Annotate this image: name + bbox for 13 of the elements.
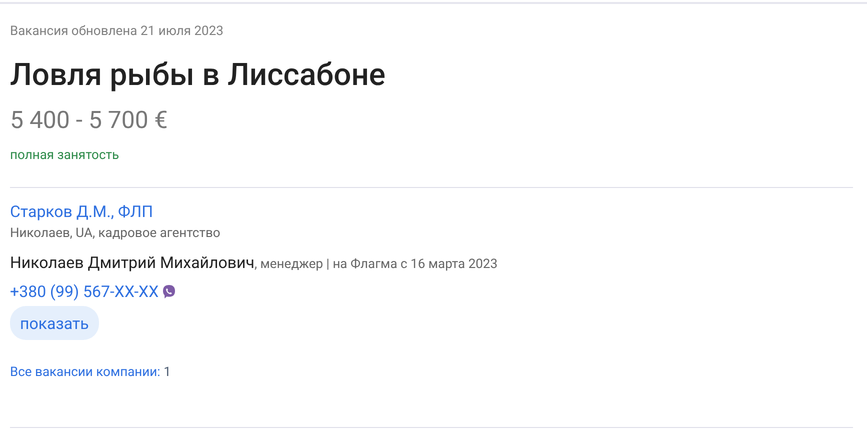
company-link[interactable]: Старков Д.М., ФЛП bbox=[10, 202, 154, 221]
vacancy-count: 1 bbox=[164, 365, 171, 380]
contact-name: Николаев Дмитрий Михайлович bbox=[10, 253, 254, 272]
show-phone-button[interactable]: показать bbox=[10, 306, 99, 340]
contact-role: , менеджер | на Флагма с 16 марта 2023 bbox=[254, 257, 498, 272]
viber-icon bbox=[160, 284, 177, 300]
updated-date: Вакансия обновлена 21 июля 2023 bbox=[10, 24, 224, 39]
salary: 5 400 - 5 700 € bbox=[10, 106, 169, 134]
all-vacancies-link[interactable]: Все вакансии компании: bbox=[10, 365, 160, 380]
company-details: Николаев, UA, кадровое агентство bbox=[10, 226, 222, 241]
phone-number: +380 (99) 567-XX-XX bbox=[10, 282, 159, 301]
job-title: Ловля рыбы в Лиссабоне bbox=[10, 56, 387, 94]
employment-type: полная занятость bbox=[10, 148, 120, 163]
